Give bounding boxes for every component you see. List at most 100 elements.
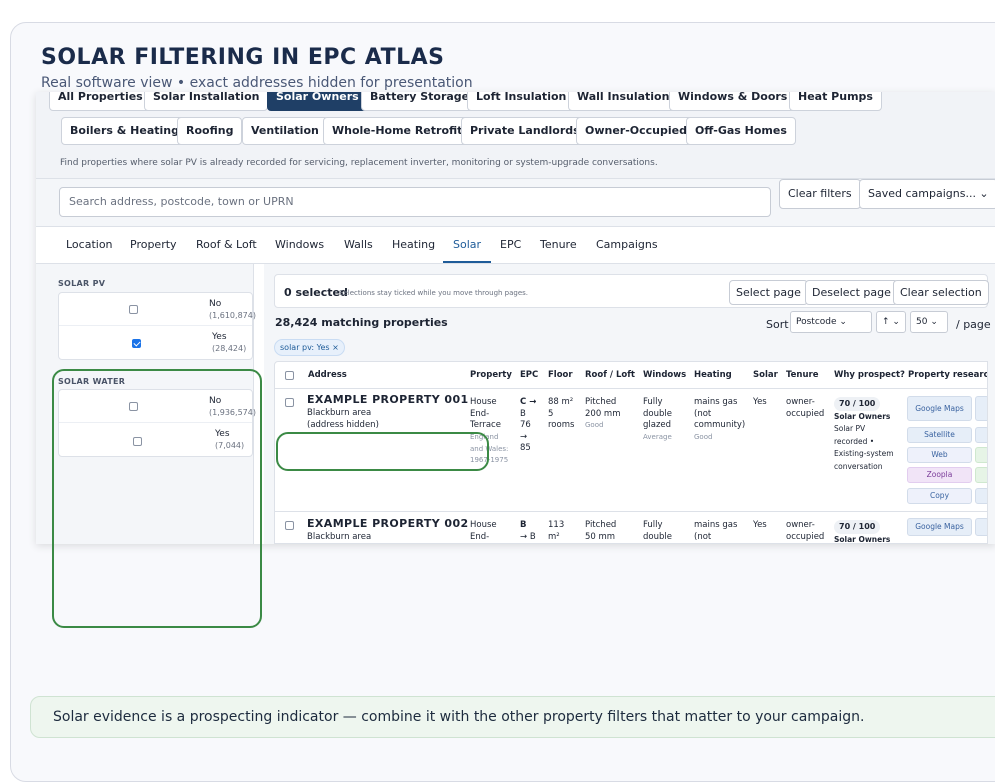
web-button[interactable]: Web xyxy=(907,447,972,463)
col-header-property[interactable]: Property xyxy=(470,370,512,380)
checkbox-solar-pv-no[interactable] xyxy=(129,305,138,314)
solar-water-heading: SOLAR WATER xyxy=(58,377,126,386)
satellite-button[interactable]: Satellite xyxy=(907,427,972,443)
option-row[interactable]: No (1,610,874) xyxy=(59,293,256,326)
col-header-why-prospect[interactable]: Why prospect? xyxy=(834,370,905,380)
option-count: (1,610,874) xyxy=(209,311,256,320)
why-prospect: 70 / 100 Solar Owners Solar PV recorded … xyxy=(834,397,894,471)
option-row[interactable]: Yes (7,044) xyxy=(59,423,252,456)
roof-loft: Pitched 200 mm Good xyxy=(585,397,621,429)
floor-area: 113 m² xyxy=(548,520,565,542)
col-header-floor[interactable]: Floor xyxy=(548,370,573,380)
col-header-address[interactable]: Address xyxy=(308,370,347,380)
preset-owner-occupied[interactable]: Owner-Occupied xyxy=(576,117,696,145)
preset-all-properties[interactable]: All Properties xyxy=(49,92,152,111)
solar-value: Yes xyxy=(753,520,767,530)
select-page-button[interactable]: Select page xyxy=(729,280,808,305)
windows-info: Fully double xyxy=(643,520,672,542)
select-all-checkbox[interactable] xyxy=(285,371,294,380)
why-prospect: 70 / 100 Solar Owners xyxy=(834,520,891,544)
option-count: (7,044) xyxy=(215,441,245,450)
tab-location[interactable]: Location xyxy=(66,227,113,263)
epc-rating: B → B xyxy=(520,520,536,542)
preset-battery-storage[interactable]: Battery Storage xyxy=(361,92,479,111)
option-count: (28,424) xyxy=(212,344,247,353)
checkbox-solar-pv-yes[interactable] xyxy=(132,339,141,348)
preset-roofing[interactable]: Roofing xyxy=(177,117,243,145)
preset-off-gas-homes[interactable]: Off-Gas Homes xyxy=(686,117,796,145)
filter-sidebar: SOLAR PV No (1,610,874) Yes (28,424) SOL… xyxy=(36,264,256,544)
research-overflow xyxy=(975,467,987,483)
preset-solar-installation[interactable]: Solar Installation xyxy=(144,92,269,111)
zoopla-button[interactable]: Zoopla xyxy=(907,467,972,483)
clear-selection-button[interactable]: Clear selection xyxy=(893,280,989,305)
heating-info: mains gas (not community) Good xyxy=(694,397,746,441)
col-header-heating[interactable]: Heating xyxy=(694,370,732,380)
solar-water-options: No (1,936,574) Yes (7,044) xyxy=(58,389,256,457)
solar-pv-heading: SOLAR PV xyxy=(58,279,106,288)
tab-campaigns[interactable]: Campaigns xyxy=(596,227,658,263)
windows-info: Fully double glazed Average xyxy=(643,397,672,441)
preset-solar-owners[interactable]: Solar Owners xyxy=(267,92,368,111)
preset-private-landlords[interactable]: Private Landlords xyxy=(461,117,589,145)
option-row[interactable]: No (1,936,574) xyxy=(59,390,256,423)
google-maps-button[interactable]: Google Maps xyxy=(907,518,972,536)
preset-bar: All Properties Solar Installation Solar … xyxy=(36,92,995,179)
google-maps-button[interactable]: Google Maps xyxy=(907,396,972,421)
preset-wall-insulation[interactable]: Wall Insulation xyxy=(568,92,679,111)
option-label: Yes xyxy=(215,429,230,439)
col-header-roof-loft[interactable]: Roof / Loft xyxy=(585,370,635,380)
tab-heating[interactable]: Heating xyxy=(392,227,435,263)
tab-windows[interactable]: Windows xyxy=(275,227,324,263)
per-page-label: / page xyxy=(956,318,991,331)
col-header-epc[interactable]: EPC xyxy=(520,370,538,380)
research-overflow xyxy=(975,427,987,443)
deselect-page-button[interactable]: Deselect page xyxy=(805,280,898,305)
col-header-windows[interactable]: Windows xyxy=(643,370,686,380)
saved-campaigns-select[interactable]: Saved campaigns... ⌄ xyxy=(859,179,995,209)
heating-info: mains gas (not xyxy=(694,520,738,542)
search-input[interactable]: Search address, postcode, town or UPRN xyxy=(59,187,771,217)
tab-roof-loft[interactable]: Roof & Loft xyxy=(196,227,257,263)
app-screenshot: All Properties Solar Installation Solar … xyxy=(36,92,995,544)
option-row[interactable]: Yes (28,424) xyxy=(59,326,252,359)
matching-count: 28,424 matching properties xyxy=(275,316,448,329)
sort-direction-select[interactable]: ↑ ⌄ xyxy=(876,311,906,333)
address-title[interactable]: EXAMPLE PROPERTY 001 xyxy=(307,393,469,406)
col-header-tenure[interactable]: Tenure xyxy=(786,370,819,380)
preset-ventilation[interactable]: Ventilation xyxy=(242,117,328,145)
option-label: Yes xyxy=(212,332,227,342)
col-header-solar[interactable]: Solar xyxy=(753,370,778,380)
sort-select[interactable]: Postcode ⌄ xyxy=(790,311,872,333)
per-page-select[interactable]: 50 ⌄ xyxy=(910,311,948,333)
address-area: Blackburn area xyxy=(307,408,372,418)
filter-chip-solar-pv[interactable]: solar pv: Yes × xyxy=(274,339,345,356)
tab-tenure[interactable]: Tenure xyxy=(540,227,577,263)
tab-walls[interactable]: Walls xyxy=(344,227,373,263)
tab-property[interactable]: Property xyxy=(130,227,177,263)
copy-button[interactable]: Copy xyxy=(907,488,972,504)
checkbox-solar-water-no[interactable] xyxy=(129,402,138,411)
option-label: No xyxy=(209,396,222,406)
tab-epc[interactable]: EPC xyxy=(500,227,521,263)
row-checkbox[interactable] xyxy=(285,398,294,407)
property-type: House End- xyxy=(470,520,497,542)
sort-label: Sort xyxy=(766,318,789,331)
preset-whole-home-retrofit[interactable]: Whole-Home Retrofit xyxy=(323,117,472,145)
clear-filters-button[interactable]: Clear filters xyxy=(779,179,861,209)
option-label: No xyxy=(209,299,222,309)
header-divider xyxy=(275,388,987,389)
preset-boilers-heating[interactable]: Boilers & Heating xyxy=(61,117,188,145)
results-panel: 0 selected Selections stay ticked while … xyxy=(264,264,995,544)
preset-loft-insulation[interactable]: Loft Insulation xyxy=(467,92,576,111)
tab-solar[interactable]: Solar xyxy=(443,227,492,263)
epc-rating: C → B 76 → 85 xyxy=(520,397,537,453)
address-title[interactable]: EXAMPLE PROPERTY 002 xyxy=(307,517,469,530)
slide-title: SOLAR FILTERING IN EPC ATLAS xyxy=(41,45,445,70)
research-overflow xyxy=(975,447,987,463)
checkbox-solar-water-yes[interactable] xyxy=(133,437,142,446)
row-checkbox[interactable] xyxy=(285,521,294,530)
col-header-property-research[interactable]: Property research xyxy=(908,370,987,380)
preset-windows-doors[interactable]: Windows & Doors xyxy=(669,92,797,111)
preset-heat-pumps[interactable]: Heat Pumps xyxy=(789,92,882,111)
